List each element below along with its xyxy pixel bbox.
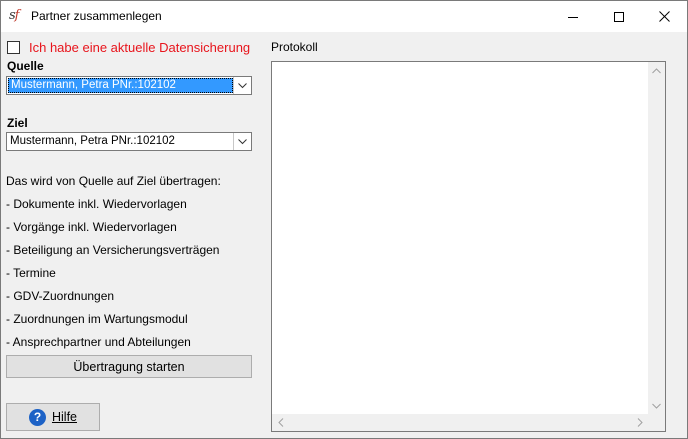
chevron-down-icon — [238, 82, 247, 88]
scrollbar-corner — [648, 414, 665, 431]
help-button-label: Hilfe — [51, 410, 77, 424]
vertical-scrollbar[interactable] — [648, 62, 665, 414]
backup-checkbox[interactable] — [7, 40, 20, 54]
transfer-heading: Das wird von Quelle auf Ziel übertragen: — [6, 174, 221, 188]
chevron-right-icon — [637, 418, 643, 427]
start-transfer-button[interactable]: Übertragung starten — [6, 355, 252, 378]
minimize-icon — [568, 16, 578, 18]
help-button[interactable]: ? Hilfe — [6, 403, 100, 431]
target-select[interactable]: Mustermann, Petra PNr.:102102 — [6, 132, 252, 151]
scroll-left-button[interactable] — [272, 414, 289, 431]
target-select-value: Mustermann, Petra PNr.:102102 — [10, 135, 175, 147]
source-dropdown-button[interactable] — [233, 77, 251, 94]
dialog-window: sf Partner zusammenlegen Ich habe eine a… — [0, 0, 688, 439]
target-label: Ziel — [7, 116, 28, 130]
source-label: Quelle — [7, 59, 44, 73]
transfer-item: - Ansprechpartner und Abteilungen — [6, 335, 191, 349]
horizontal-scrollbar[interactable] — [272, 414, 648, 431]
chevron-down-icon — [238, 138, 247, 144]
backup-checkbox-label: Ich habe eine aktuelle Datensicherung — [29, 39, 251, 55]
transfer-item: - Beteiligung an Versicherungsverträgen — [6, 243, 220, 257]
title-bar: sf Partner zusammenlegen — [1, 1, 687, 32]
transfer-item: - GDV-Zuordnungen — [6, 289, 115, 303]
maximize-icon — [614, 11, 624, 22]
source-select[interactable]: Mustermann, Petra PNr.:102102 — [6, 76, 252, 95]
chevron-up-icon — [652, 67, 661, 73]
transfer-item: - Termine — [6, 266, 56, 280]
scroll-right-button[interactable] — [631, 414, 648, 431]
maximize-button[interactable] — [596, 1, 642, 32]
app-logo-icon: sf — [9, 8, 19, 23]
close-button[interactable] — [641, 1, 687, 32]
target-dropdown-button[interactable] — [233, 133, 251, 150]
transfer-item: - Zuordnungen im Wartungsmodul — [6, 312, 188, 326]
protokoll-textarea[interactable] — [271, 61, 666, 432]
minimize-button[interactable] — [550, 1, 596, 32]
transfer-item: - Dokumente inkl. Wiedervorlagen — [6, 197, 187, 211]
source-select-value: Mustermann, Petra PNr.:102102 — [8, 78, 233, 93]
scroll-down-button[interactable] — [648, 397, 665, 414]
transfer-item: - Vorgänge inkl. Wiedervorlagen — [6, 220, 177, 234]
dialog-content: Ich habe eine aktuelle Datensicherung Qu… — [1, 32, 687, 438]
scroll-up-button[interactable] — [648, 62, 665, 79]
close-icon — [658, 11, 670, 22]
chevron-left-icon — [277, 418, 283, 427]
chevron-down-icon — [652, 403, 661, 409]
backup-checkbox-row[interactable]: Ich habe eine aktuelle Datensicherung — [7, 39, 250, 55]
window-title: Partner zusammenlegen — [31, 9, 162, 23]
help-icon: ? — [28, 408, 46, 426]
protokoll-label: Protokoll — [271, 40, 318, 54]
